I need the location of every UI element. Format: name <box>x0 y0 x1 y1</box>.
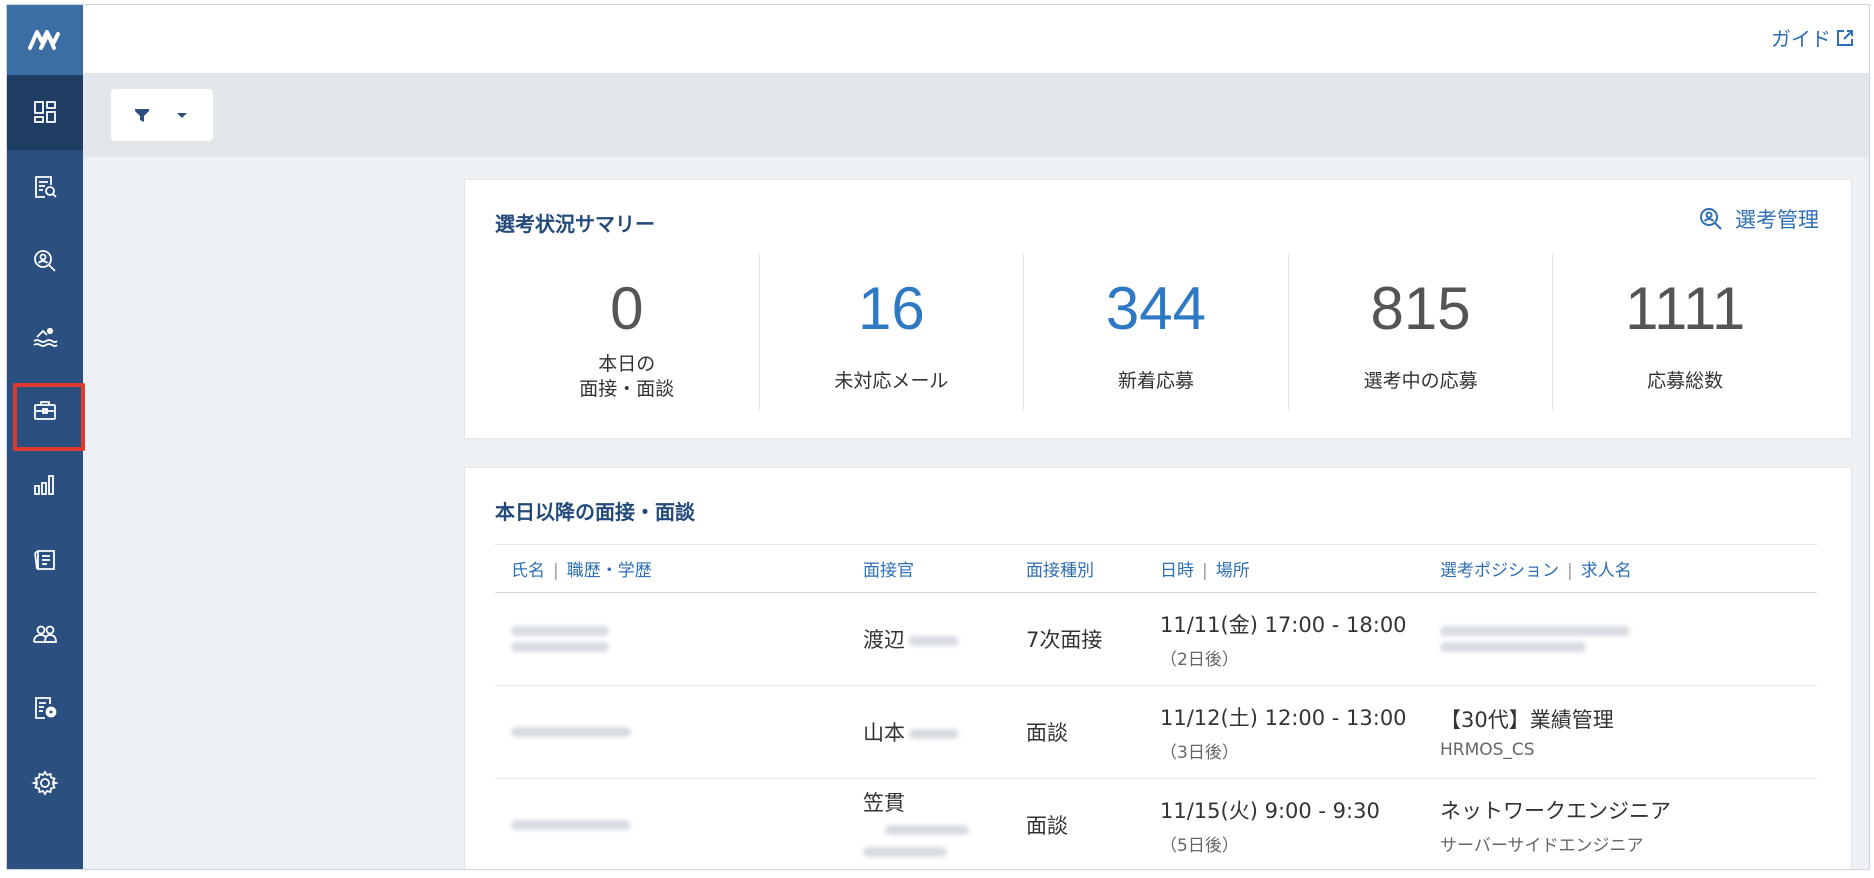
guide-label: ガイド <box>1771 27 1831 51</box>
selection-management-label: 選考管理 <box>1735 208 1819 232</box>
column-header-name[interactable]: 氏名 | 職歴・学歴 <box>495 544 847 593</box>
datetime-cell: 11/11(金) 17:00 - 18:00 （2日後） <box>1144 592 1424 686</box>
position-cell[interactable] <box>1424 592 1817 686</box>
sidebar <box>7 5 85 869</box>
interviewer-cell: 渡辺 <box>847 592 1010 686</box>
stat-new-applications[interactable]: 344 新着応募 <box>1024 254 1289 410</box>
external-link-icon <box>1837 29 1853 46</box>
type-cell: 面談 <box>1010 778 1144 869</box>
selection-summary-card: 選考状況サマリー 選考管理 0 本日の 面接・面談 16 未対応メール 344 … <box>464 179 1852 439</box>
table-row[interactable]: 笠貫 面談 11/15(火) 9:00 - 9:30 （5日後） ネットワークエン… <box>495 778 1817 869</box>
stat-value: 16 <box>858 275 925 342</box>
stat-label: 本日の 面接・面談 <box>579 353 675 400</box>
stat-in-progress[interactable]: 815 選考中の応募 <box>1289 254 1554 410</box>
stat-label: 選考中の応募 <box>1363 370 1478 392</box>
bar-chart-icon <box>34 474 54 495</box>
type-cell: 面談 <box>1010 685 1144 779</box>
sidebar-item-settings[interactable] <box>7 746 83 821</box>
briefcase-icon <box>34 401 56 421</box>
stat-value: 0 <box>610 275 644 342</box>
datetime-cell: 11/15(火) 9:00 - 9:30 （5日後） <box>1144 778 1424 869</box>
upcoming-interviews-card: 本日以降の面接・面談 氏名 | 職歴・学歴 面接官 面接種別 日時 | 場所 選考ポジシ… <box>464 467 1852 869</box>
sidebar-item-users[interactable] <box>7 597 83 672</box>
chevron-down-icon <box>177 113 187 118</box>
type-cell: 7次面接 <box>1010 592 1144 686</box>
guide-link[interactable]: ガイド <box>1771 23 1855 52</box>
column-header-datetime[interactable]: 日時 | 場所 <box>1144 544 1424 593</box>
table-header-row: 氏名 | 職歴・学歴 面接官 面接種別 日時 | 場所 選考ポジション | 求人名 <box>495 544 1817 593</box>
documents-icon <box>34 550 55 571</box>
summary-title: 選考状況サマリー <box>495 212 655 236</box>
candidate-cell[interactable] <box>495 778 847 869</box>
summary-stats: 0 本日の 面接・面談 16 未対応メール 344 新着応募 815 選考中の応… <box>495 254 1817 410</box>
stat-unhandled-mail[interactable]: 16 未対応メール <box>760 254 1025 410</box>
selection-management-link[interactable]: 選考管理 <box>1697 204 1819 234</box>
sidebar-item-dashboard[interactable] <box>7 75 83 150</box>
interviews-table: 氏名 | 職歴・学歴 面接官 面接種別 日時 | 場所 選考ポジション | 求人名 渡辺 7… <box>495 544 1817 869</box>
document-search-icon <box>35 175 57 198</box>
stat-value: 344 <box>1105 275 1207 342</box>
stat-label: 新着応募 <box>1117 370 1194 392</box>
table-row[interactable]: 山本 面談 11/12(土) 12:00 - 13:00 （3日後） 【30代】業… <box>495 685 1817 779</box>
column-header-interviewer[interactable]: 面接官 <box>847 544 1010 593</box>
sidebar-item-jobs[interactable] <box>7 373 85 451</box>
column-header-position[interactable]: 選考ポジション | 求人名 <box>1424 544 1817 593</box>
app-window: ガイド 選考状況サマリー 選考管理 0 本日の 面接・面談 16 未対応メール … <box>6 4 1870 870</box>
column-header-type[interactable]: 面接種別 <box>1010 544 1144 593</box>
position-cell[interactable]: ネットワークエンジニア サーバーサイドエンジニア <box>1424 778 1817 869</box>
interviewer-cell: 山本 <box>847 685 1010 779</box>
dashboard-icon <box>34 101 56 124</box>
stat-value: 1111 <box>1625 275 1746 342</box>
stat-today-interviews[interactable]: 0 本日の 面接・面談 <box>495 254 760 410</box>
sidebar-item-templates[interactable] <box>7 671 83 746</box>
app-logo[interactable] <box>7 5 83 75</box>
sidebar-item-documents[interactable] <box>7 522 83 597</box>
stat-value: 815 <box>1370 275 1471 342</box>
gear-icon <box>31 770 59 796</box>
filter-bar <box>83 73 1869 157</box>
stat-label: 未対応メール <box>834 370 949 392</box>
stat-total-applications[interactable]: 1111 応募総数 <box>1553 254 1817 410</box>
person-search-icon <box>1700 208 1722 230</box>
interviews-title: 本日以降の面接・面談 <box>495 500 695 524</box>
filter-dropdown-button[interactable] <box>111 89 213 141</box>
position-cell[interactable]: 【30代】業績管理 HRMOS_CS <box>1424 685 1817 779</box>
person-search-icon <box>34 250 56 272</box>
document-settings-icon <box>35 697 57 720</box>
table-row[interactable]: 渡辺 7次面接 11/11(金) 17:00 - 18:00 （2日後） <box>495 592 1817 686</box>
sidebar-item-candidate-search[interactable] <box>7 224 83 299</box>
sidebar-item-pool[interactable] <box>7 299 83 374</box>
datetime-cell: 11/12(土) 12:00 - 13:00 （3日後） <box>1144 685 1424 779</box>
filter-icon <box>135 109 149 122</box>
candidate-cell[interactable] <box>495 592 847 686</box>
sidebar-item-document-search[interactable] <box>7 150 83 225</box>
top-bar: ガイド <box>83 5 1869 73</box>
stat-label: 応募総数 <box>1647 370 1724 392</box>
candidate-cell[interactable] <box>495 685 847 779</box>
interviewer-cell: 笠貫 <box>847 778 1010 869</box>
users-icon <box>33 625 57 643</box>
swimmer-icon <box>33 327 58 347</box>
logo-icon <box>28 30 60 50</box>
sidebar-item-reports[interactable] <box>7 448 83 523</box>
